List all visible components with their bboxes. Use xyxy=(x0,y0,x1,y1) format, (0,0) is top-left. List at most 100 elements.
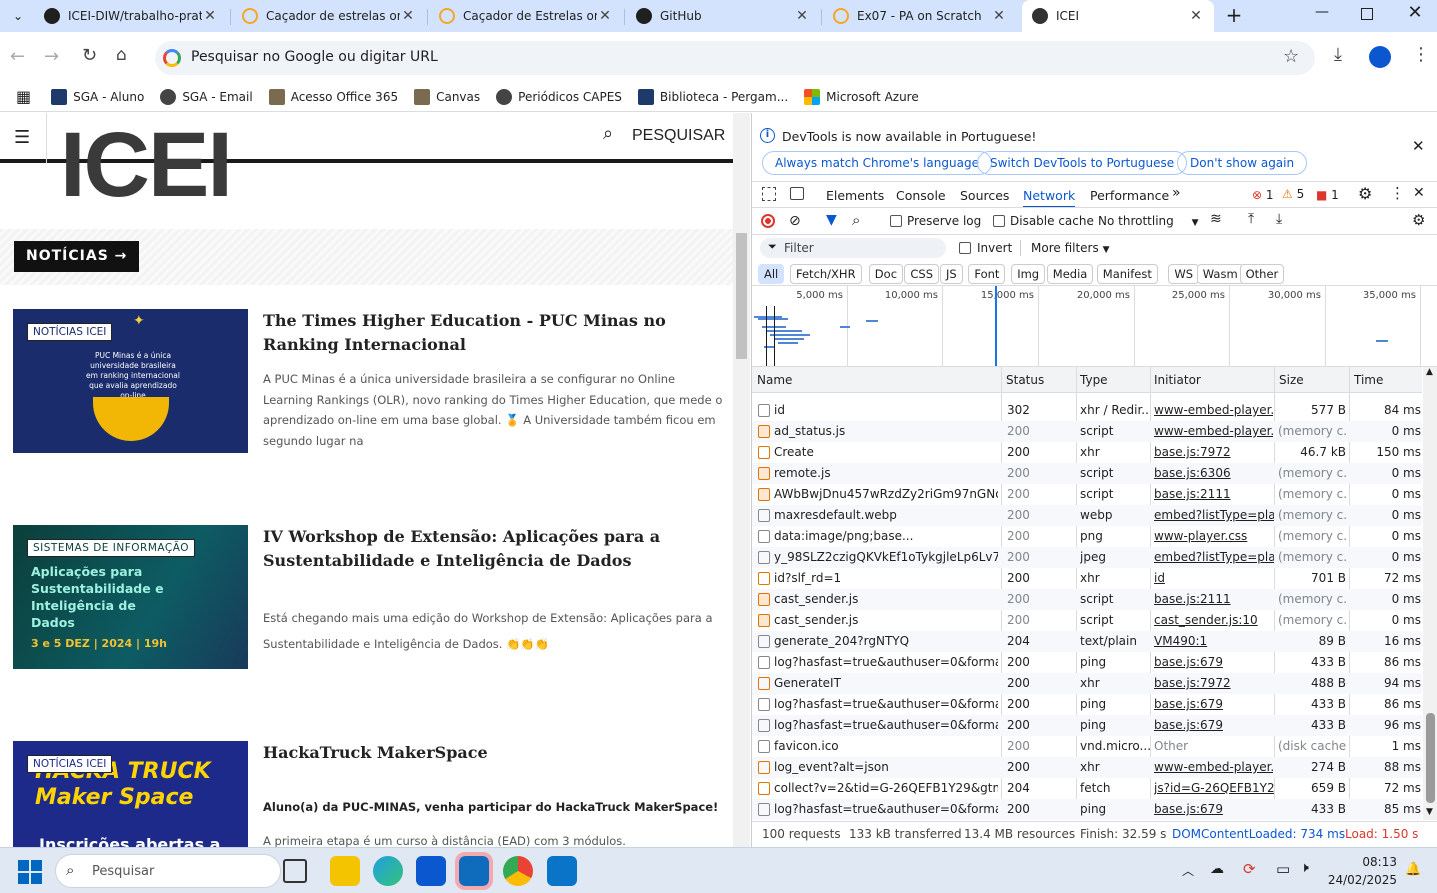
article-thumbnail[interactable]: SISTEMAS DE INFORMAÇÃO Aplicações para S… xyxy=(13,525,248,669)
column-header-time[interactable]: Time xyxy=(1354,373,1383,387)
request-initiator[interactable]: base.js:679 xyxy=(1154,802,1274,816)
error-counter[interactable]: ⊗ 1 xyxy=(1252,188,1274,202)
bookmark-item[interactable]: Periódicos CAPES xyxy=(496,88,622,105)
search-icon[interactable]: ⌕ xyxy=(603,123,613,144)
request-initiator[interactable]: www-player.css xyxy=(1154,529,1274,543)
issues-counter[interactable]: ■ 1 xyxy=(1316,188,1339,202)
column-header-initiator[interactable]: Initiator xyxy=(1154,373,1201,387)
filter-chip-font[interactable]: Font xyxy=(968,264,1006,284)
tab-4[interactable]: GitHub ✕ xyxy=(626,0,820,32)
request-initiator[interactable]: base.js:7972 xyxy=(1154,676,1274,690)
request-row[interactable]: Create 200 xhr base.js:7972 46.7 kB 150 ms xyxy=(752,442,1422,463)
tab-1[interactable]: ICEI-DIW/trabalho-prat ✕ xyxy=(34,0,228,32)
news-button[interactable]: NOTÍCIAS → xyxy=(14,241,140,272)
request-row[interactable]: AWbBwjDnu457wRzdZy2riGm97nGNqR... 200 scri… xyxy=(752,484,1422,505)
close-tab-icon[interactable]: ✕ xyxy=(991,8,1007,24)
windows-start-icon[interactable] xyxy=(18,860,42,884)
more-filters-dropdown[interactable]: More filters ▼ xyxy=(1031,241,1109,255)
bookmark-item[interactable]: SGA - Email xyxy=(160,88,253,105)
request-initiator[interactable]: js?id=G-26QEFB1Y29& xyxy=(1154,781,1274,795)
request-table-scrollbar-thumb[interactable] xyxy=(1426,713,1435,803)
hamburger-icon[interactable]: ☰ xyxy=(14,127,30,148)
request-row[interactable]: cast_sender.js 200 script base.js:2111 (memo… xyxy=(752,589,1422,610)
invert-checkbox[interactable] xyxy=(959,242,971,254)
bookmark-item[interactable]: SGA - Aluno xyxy=(51,88,144,105)
address-bar[interactable]: Pesquisar no Google ou digitar URL ☆ xyxy=(155,41,1315,75)
devtools-tab-network[interactable]: Network xyxy=(1023,188,1076,208)
request-row[interactable]: ad_status.js 200 script www-embed-player.js… xyxy=(752,421,1422,442)
filter-input[interactable]: ⏷ Filter xyxy=(760,238,946,258)
column-header-type[interactable]: Type xyxy=(1080,373,1108,387)
request-row[interactable]: remote.js 200 script base.js:6306 (memory c.… xyxy=(752,463,1422,484)
dont-show-again-button[interactable]: Don't show again xyxy=(1177,151,1308,175)
request-initiator[interactable]: VM490:1 xyxy=(1154,634,1274,648)
tab-6[interactable]: ICEI ✕ xyxy=(1022,0,1214,32)
request-initiator[interactable]: www-embed-player.js:9 xyxy=(1154,760,1274,774)
onedrive-icon[interactable]: ☁ xyxy=(1210,861,1224,877)
devtools-menu-icon[interactable]: ⋮ xyxy=(1390,184,1405,202)
request-initiator[interactable]: www-embed-player.js: xyxy=(1154,424,1274,438)
article-title[interactable]: The Times Higher Education - PUC Minas n… xyxy=(263,309,723,357)
site-search-label[interactable]: PESQUISAR xyxy=(632,127,725,145)
menu-button[interactable]: ⋮ xyxy=(1412,44,1430,65)
display-icon[interactable]: ▭ xyxy=(1276,860,1290,878)
filter-chip-all[interactable]: All xyxy=(758,264,785,284)
filter-chip-css[interactable]: CSS xyxy=(904,264,940,284)
bookmark-item[interactable]: Acesso Office 365 xyxy=(268,88,398,105)
request-row[interactable]: id 302 xhr / Redir... www-embed-player.js:9… xyxy=(752,400,1422,421)
column-header-size[interactable]: Size xyxy=(1279,373,1304,387)
request-initiator[interactable]: id xyxy=(1154,571,1274,585)
close-devtools-icon[interactable]: ✕ xyxy=(1413,185,1425,201)
column-header-status[interactable]: Status xyxy=(1006,373,1044,387)
sync-icon[interactable]: ⟳ xyxy=(1243,860,1256,878)
devtools-tab-console[interactable]: Console xyxy=(896,188,946,203)
bookmark-item[interactable]: Canvas xyxy=(414,88,480,105)
filter-chip-fetch-xhr[interactable]: Fetch/XHR xyxy=(790,264,862,284)
profile-avatar[interactable] xyxy=(1369,46,1391,68)
minimize-button[interactable]: — xyxy=(1312,4,1332,24)
request-initiator[interactable]: embed?listType=playlis xyxy=(1154,550,1274,564)
devtools-tab-sources[interactable]: Sources xyxy=(960,188,1009,203)
request-row[interactable]: y_98SLZ2czigQKVkEf1oTykgjleLp6Lv7bb... 20… xyxy=(752,547,1422,568)
switch-language-button[interactable]: Switch DevTools to Portuguese xyxy=(977,151,1188,175)
clock-date[interactable]: 24/02/2025 xyxy=(1327,873,1397,887)
request-row[interactable]: log?hasfast=true&authuser=0&format=... 20… xyxy=(752,715,1422,736)
device-toolbar-icon[interactable] xyxy=(790,187,804,200)
record-button[interactable] xyxy=(761,214,775,228)
chrome-icon[interactable] xyxy=(503,856,533,886)
request-row[interactable]: cast_sender.js 200 script cast_sender.js:10… xyxy=(752,610,1422,631)
store-icon[interactable] xyxy=(416,856,446,886)
tab-5[interactable]: Ex07 - PA on Scratch ✕ xyxy=(823,0,1017,32)
import-har-icon[interactable]: ⤒ xyxy=(1248,211,1254,227)
request-row[interactable]: favicon.ico 200 vnd.micro... Other (disk cac… xyxy=(752,736,1422,757)
forward-button[interactable]: → xyxy=(44,46,59,67)
request-initiator[interactable]: cast_sender.js:10 xyxy=(1154,613,1274,627)
request-initiator[interactable]: embed?listType=playlis xyxy=(1154,508,1274,522)
article-thumbnail[interactable]: NOTÍCIAS ICEI HACKA TRUCK Maker Space In… xyxy=(13,741,248,847)
request-initiator[interactable]: base.js:679 xyxy=(1154,718,1274,732)
task-view-icon[interactable] xyxy=(283,859,307,883)
request-row[interactable]: generate_204?rgNTYQ 204 text/plain VM490:1 8… xyxy=(752,631,1422,652)
request-row[interactable]: collect?v=2&tid=G-26QEFB1Y29&gtm=... 204 f… xyxy=(752,778,1422,799)
close-tab-icon[interactable]: ✕ xyxy=(400,8,416,24)
clock-time[interactable]: 08:13 xyxy=(1337,855,1397,869)
tray-chevron-icon[interactable]: ︿ xyxy=(1182,862,1194,879)
request-row[interactable]: id?slf_rd=1 200 xhr id 701 B 72 ms xyxy=(752,568,1422,589)
volume-icon[interactable]: 🕨 xyxy=(1300,860,1309,876)
disable-cache-checkbox[interactable] xyxy=(993,215,1005,227)
close-tab-icon[interactable]: ✕ xyxy=(202,8,218,24)
inspect-icon[interactable] xyxy=(762,187,776,201)
new-tab-button[interactable]: + xyxy=(1222,3,1246,27)
edge-icon[interactable] xyxy=(373,856,403,886)
home-button[interactable]: ⌂ xyxy=(116,45,127,65)
more-tabs-icon[interactable]: » xyxy=(1172,185,1181,201)
filter-icon[interactable]: ▼ xyxy=(826,212,837,228)
request-row[interactable]: log?hasfast=true&authuser=0&format=... 20… xyxy=(752,799,1422,820)
search-icon[interactable]: ⌕ xyxy=(852,211,860,229)
close-tab-icon[interactable]: ✕ xyxy=(597,8,613,24)
request-table-scrollbar[interactable]: ▲ ▼ xyxy=(1423,367,1437,820)
article-title[interactable]: HackaTruck MakerSpace xyxy=(263,741,723,765)
throttling-select[interactable]: No throttling ▼ xyxy=(1098,214,1199,228)
request-initiator[interactable]: base.js:2111 xyxy=(1154,487,1274,501)
close-window-button[interactable]: ✕ xyxy=(1405,2,1425,26)
